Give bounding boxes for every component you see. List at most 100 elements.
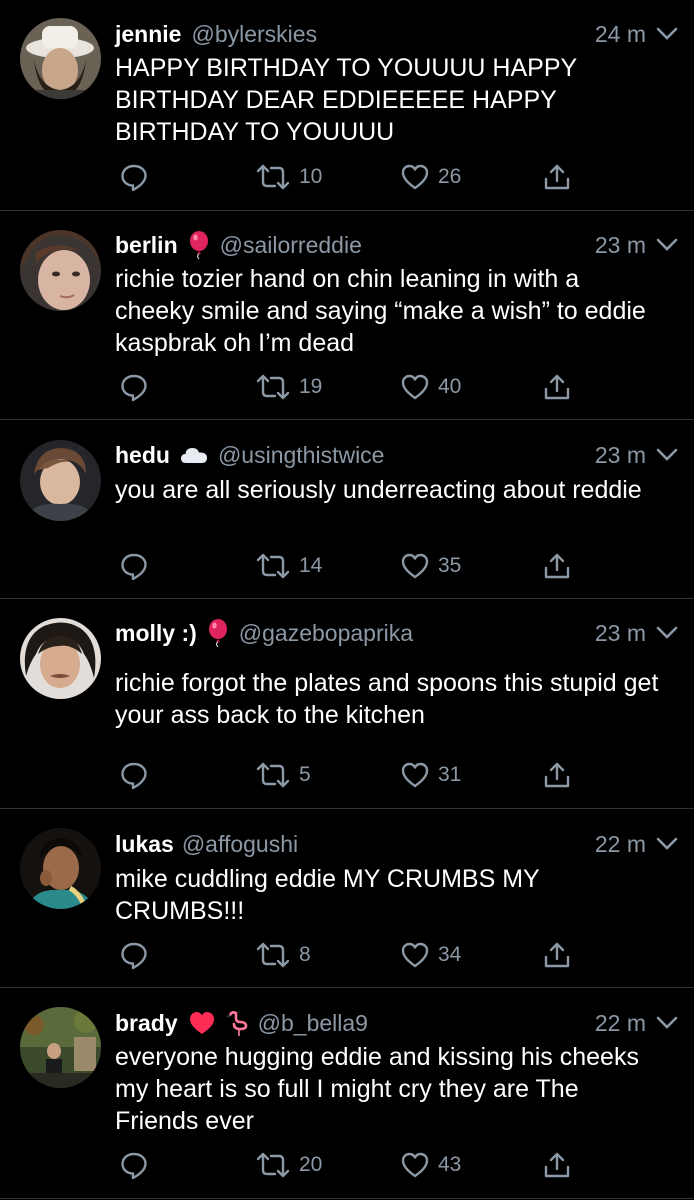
reply-button[interactable] <box>119 760 149 790</box>
avatar[interactable] <box>20 618 101 699</box>
display-name[interactable]: berlin <box>115 231 178 259</box>
avatar[interactable] <box>20 828 101 909</box>
share-icon <box>544 1152 570 1178</box>
share-button[interactable] <box>542 551 572 581</box>
reply-icon <box>121 762 147 790</box>
retweet-button[interactable]: 8 <box>255 940 311 970</box>
user-handle[interactable]: @gazebopaprika <box>239 619 413 647</box>
timestamp: 24 m <box>594 21 646 47</box>
heart-icon <box>401 164 429 190</box>
avatar[interactable] <box>20 230 101 311</box>
tweet-text: HAPPY BIRTHDAY TO YOUUUU HAPPY BIRTHDAY … <box>115 54 577 146</box>
reply-button[interactable] <box>119 1150 149 1180</box>
retweet-button[interactable]: 14 <box>255 551 322 581</box>
tweet[interactable]: hedu @usingthistwice 23 m you are all se… <box>0 420 694 598</box>
tweet-text: you are all seriously underreacting abou… <box>115 476 642 504</box>
heart-icon <box>401 553 429 579</box>
avatar[interactable] <box>20 1007 101 1088</box>
reply-icon <box>121 164 147 192</box>
user-handle[interactable]: @sailorreddie <box>220 231 362 259</box>
tweet[interactable]: brady @b_bella9 22 m everyone hugging ed… <box>0 988 694 1200</box>
share-icon <box>544 762 570 788</box>
chevron-down-icon[interactable] <box>656 237 678 253</box>
share-icon <box>544 374 570 400</box>
user-handle[interactable]: @b_bella9 <box>258 1009 368 1037</box>
display-name[interactable]: hedu <box>115 441 170 469</box>
avatar[interactable] <box>20 440 101 521</box>
reply-icon <box>121 942 147 970</box>
user-handle[interactable]: @affogushi <box>182 830 298 858</box>
tweet-header: hedu @usingthistwice 23 m <box>115 441 678 469</box>
timestamp: 23 m <box>594 232 646 258</box>
reply-button[interactable] <box>119 162 149 192</box>
share-button[interactable] <box>542 162 572 192</box>
chevron-down-icon[interactable] <box>656 1015 678 1031</box>
chevron-down-icon[interactable] <box>656 836 678 852</box>
display-name[interactable]: brady <box>115 1009 178 1037</box>
display-name[interactable]: molly :) <box>115 619 197 647</box>
retweet-icon <box>256 942 290 968</box>
share-icon <box>544 164 570 190</box>
chevron-down-icon[interactable] <box>656 26 678 42</box>
retweet-button[interactable]: 20 <box>255 1150 322 1180</box>
timestamp: 22 m <box>594 831 646 857</box>
retweet-count: 20 <box>299 1153 323 1176</box>
retweet-button[interactable]: 19 <box>255 372 322 402</box>
tweet[interactable]: berlin @sailorreddie 23 m richie tozier … <box>0 211 694 419</box>
share-icon <box>544 942 570 968</box>
tweet-actions: 19 40 <box>115 372 575 402</box>
reply-button[interactable] <box>119 940 149 970</box>
reply-icon <box>121 553 147 581</box>
tweet-header: molly :) @gazebopaprika 23 m <box>115 619 678 647</box>
user-handle[interactable]: @usingthistwice <box>218 441 385 469</box>
like-count: 26 <box>438 165 462 188</box>
tweet[interactable]: molly :) @gazebopaprika 23 m richie forg… <box>0 599 694 808</box>
display-name[interactable]: lukas <box>115 830 174 858</box>
tweet-actions: 20 43 <box>115 1150 575 1180</box>
like-button[interactable]: 26 <box>400 162 461 192</box>
tweet[interactable]: lukas @affogushi 22 m mike cuddling eddi… <box>0 809 694 987</box>
like-button[interactable]: 43 <box>400 1150 461 1180</box>
tweet-timeline: jennie @bylerskies 24 m HAPPY BIRTHDAY T… <box>0 0 694 1200</box>
chevron-down-icon[interactable] <box>656 447 678 463</box>
retweet-icon <box>256 374 290 400</box>
flamingo-emoji-icon <box>226 1011 247 1036</box>
like-button[interactable]: 34 <box>400 940 461 970</box>
share-button[interactable] <box>542 1150 572 1180</box>
like-count: 35 <box>438 554 462 577</box>
like-button[interactable]: 35 <box>400 551 461 581</box>
tweet-header: lukas @affogushi 22 m <box>115 830 678 858</box>
reply-icon <box>121 374 147 402</box>
balloon-emoji-icon <box>189 231 208 259</box>
retweet-button[interactable]: 10 <box>255 162 322 192</box>
heart-icon <box>401 762 429 788</box>
avatar[interactable] <box>20 18 101 99</box>
retweet-icon <box>256 553 290 579</box>
tweet-header: brady @b_bella9 22 m <box>115 1009 678 1037</box>
retweet-icon <box>256 164 290 190</box>
like-count: 43 <box>438 1153 462 1176</box>
tweet-text: mike cuddling eddie MY CRUMBS MY CRUMBS!… <box>115 865 540 925</box>
reply-icon <box>121 1152 147 1180</box>
reply-button[interactable] <box>119 372 149 402</box>
share-button[interactable] <box>542 372 572 402</box>
retweet-count: 10 <box>299 165 323 188</box>
tweet-actions: 5 31 <box>115 760 575 790</box>
like-button[interactable]: 40 <box>400 372 461 402</box>
retweet-icon <box>256 1152 290 1178</box>
like-count: 31 <box>438 763 462 786</box>
display-name[interactable]: jennie <box>115 20 181 48</box>
user-handle[interactable]: @bylerskies <box>191 20 317 48</box>
tweet-actions: 8 34 <box>115 940 575 970</box>
like-count: 34 <box>438 943 462 966</box>
tweet[interactable]: jennie @bylerskies 24 m HAPPY BIRTHDAY T… <box>0 0 694 210</box>
like-button[interactable]: 31 <box>400 760 461 790</box>
tweet-text: richie forgot the plates and spoons this… <box>115 669 659 729</box>
share-button[interactable] <box>542 760 572 790</box>
retweet-button[interactable]: 5 <box>255 760 311 790</box>
chevron-down-icon[interactable] <box>656 625 678 641</box>
share-button[interactable] <box>542 940 572 970</box>
divider <box>0 1198 694 1199</box>
reply-button[interactable] <box>119 551 149 581</box>
tweet-actions: 14 35 <box>115 551 575 581</box>
